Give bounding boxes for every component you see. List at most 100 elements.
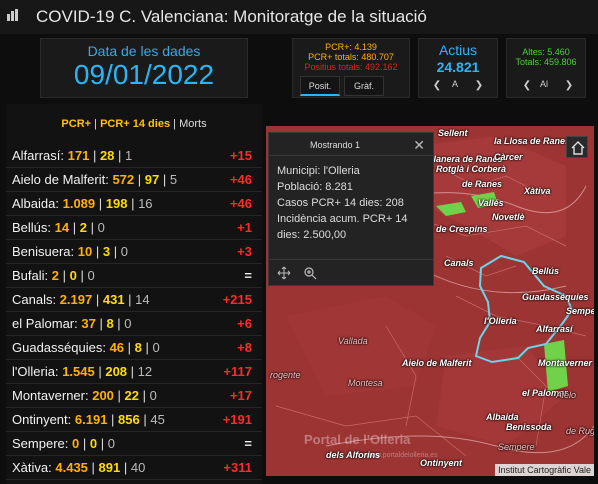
pcr14-value: 431 bbox=[102, 292, 125, 307]
delta-value: +6 bbox=[237, 316, 252, 331]
map-label: Aielo bbox=[556, 390, 577, 400]
pcr14-value: 0 bbox=[69, 268, 77, 283]
pcr-value: 4.435 bbox=[55, 460, 88, 475]
date-panel: Data de les dades 09/01/2022 bbox=[40, 38, 248, 98]
date-value: 09/01/2022 bbox=[73, 59, 215, 90]
separator: | bbox=[110, 244, 121, 259]
separator: | bbox=[97, 436, 108, 451]
popup-body: Municipi: l'Olleria Població: 8.281 Caso… bbox=[277, 163, 429, 243]
next-arrow-icon[interactable]: ❯ bbox=[562, 79, 576, 93]
prev-arrow-icon[interactable]: ❮ bbox=[520, 79, 534, 93]
municipality-name: el Palomar: bbox=[12, 316, 78, 331]
delta-value: +8 bbox=[237, 340, 252, 355]
map-label: Sempe bbox=[566, 306, 594, 316]
pcr14-value: 97 bbox=[144, 172, 160, 187]
map-label: Llanera de Ranes bbox=[428, 154, 503, 164]
list-item-text: Sempere: 0 | 0 | 0 bbox=[12, 436, 115, 451]
separator: | bbox=[79, 436, 90, 451]
separator: | bbox=[113, 316, 125, 331]
municipality-name: Xàtiva: bbox=[12, 460, 52, 475]
morts-value: 12 bbox=[137, 364, 153, 379]
next-arrow-icon[interactable]: ❯ bbox=[472, 79, 486, 93]
list-item[interactable]: Bufali: 2 | 0 | 0 = bbox=[6, 264, 262, 288]
pan-icon[interactable] bbox=[277, 266, 291, 280]
list-item[interactable]: Benisuera: 10 | 3 | 0 +3 bbox=[6, 240, 262, 264]
list-item[interactable]: Montaverner: 200 | 22 | 0 +17 bbox=[6, 384, 262, 408]
list-item[interactable]: Alfarrasí: 171 | 28 | 1 +15 bbox=[6, 144, 262, 168]
separator: | bbox=[86, 220, 98, 235]
map-label: Guadasséquies bbox=[522, 292, 589, 302]
pcr-value: 200 bbox=[92, 388, 114, 403]
map-label: de Rugat bbox=[566, 426, 594, 436]
separator: | bbox=[69, 220, 80, 235]
municipality-name: Aielo de Malferit: bbox=[12, 172, 109, 187]
map-label: Canals bbox=[444, 258, 474, 268]
municipality-name: Sempere: bbox=[12, 436, 69, 451]
list-item[interactable]: el Palomar: 37 | 8 | 0 +6 bbox=[6, 312, 262, 336]
pcr14-value: 856 bbox=[118, 412, 140, 427]
date-label: Data de les dades bbox=[87, 43, 201, 59]
pcr-value: 10 bbox=[77, 244, 93, 259]
morts-value: 0 bbox=[152, 340, 160, 355]
map-attribution[interactable]: Institut Cartogràfic Vale bbox=[495, 464, 594, 476]
list-item-text: Alfarrasí: 171 | 28 | 1 bbox=[12, 148, 132, 163]
map-label: Vallés bbox=[478, 198, 504, 208]
header-sep: | bbox=[170, 118, 180, 130]
list-item[interactable]: Xàtiva: 4.435 | 891 | 40 +311 bbox=[6, 456, 262, 480]
pcr14-value: 3 bbox=[102, 244, 111, 259]
popup-municipi: Municipi: l'Olleria bbox=[277, 165, 360, 177]
pcr14-value: 208 bbox=[105, 364, 128, 379]
list-item[interactable]: Aielo de Malferit: 572 | 97 | 5 +46 bbox=[6, 168, 262, 192]
list-item[interactable]: Ontinyent: 6.191 | 856 | 45 +191 bbox=[6, 408, 262, 432]
positius-totals: Positius totals: 492.162 bbox=[304, 62, 398, 72]
altes-totals: Totals: 459.806 bbox=[515, 57, 577, 67]
list-item[interactable]: Albaida: 1.089 | 198 | 16 +46 bbox=[6, 192, 262, 216]
separator: | bbox=[159, 172, 170, 187]
morts-value: 0 bbox=[87, 268, 95, 283]
municipality-name: Canals: bbox=[12, 292, 57, 307]
prev-arrow-icon[interactable]: ❮ bbox=[430, 79, 444, 93]
altes-daily: Altes: 5.460 bbox=[522, 47, 570, 57]
list-item-text: Benisuera: 10 | 3 | 0 bbox=[12, 244, 128, 259]
municipalities-list: Alfarrasí: 171 | 28 | 1 +15 Aielo de Malfe… bbox=[6, 144, 262, 480]
app-header: COVID-19 C. Valenciana: Monitoratge de l… bbox=[0, 0, 598, 34]
popup-poblacio: Població: 8.281 bbox=[277, 181, 353, 193]
separator: | bbox=[134, 172, 145, 187]
list-item[interactable]: Guadasséquies: 46 | 8 | 0 +8 bbox=[6, 336, 262, 360]
delta-value: +117 bbox=[223, 364, 252, 379]
delta-value: = bbox=[244, 436, 252, 451]
list-item-text: el Palomar: 37 | 8 | 0 bbox=[12, 316, 132, 331]
pcr-value: 1.545 bbox=[62, 364, 95, 379]
list-header: PCR+ | PCR+ 14 dies | Morts bbox=[6, 118, 262, 130]
home-button[interactable] bbox=[566, 136, 588, 158]
feature-popup: Mostrando 1 ✕ Municipi: l'Olleria Poblac… bbox=[268, 132, 434, 286]
list-item[interactable]: l'Olleria: 1.545 | 208 | 12 +117 bbox=[6, 360, 262, 384]
separator: | bbox=[127, 364, 138, 379]
morts-value: 45 bbox=[150, 412, 165, 427]
separator: | bbox=[124, 340, 135, 355]
map-label: Càrcer bbox=[494, 152, 523, 162]
delta-value: +1 bbox=[237, 220, 252, 235]
separator: | bbox=[114, 148, 126, 163]
list-item[interactable]: Bellús: 14 | 2 | 0 +1 bbox=[6, 216, 262, 240]
tab-grafic[interactable]: Gràf. bbox=[344, 76, 384, 96]
pcr14-value: 198 bbox=[105, 196, 128, 211]
actius-label: Actius bbox=[438, 42, 478, 58]
zoom-in-icon[interactable] bbox=[303, 266, 317, 280]
popup-footer bbox=[269, 259, 433, 285]
altes-nav-label: Al bbox=[540, 79, 549, 89]
map-label: Alfarrasí bbox=[536, 324, 573, 334]
separator: | bbox=[95, 316, 107, 331]
tab-positius[interactable]: Posit. bbox=[300, 76, 340, 96]
separator: | bbox=[92, 244, 103, 259]
list-item[interactable]: Canals: 2.197 | 431 | 14 +215 bbox=[6, 288, 262, 312]
delta-value: +15 bbox=[229, 148, 252, 163]
separator: | bbox=[94, 364, 106, 379]
close-icon[interactable]: ✕ bbox=[413, 137, 425, 154]
map-label: Xàtiva bbox=[524, 186, 551, 196]
municipality-name: Albaida: bbox=[12, 196, 59, 211]
list-item[interactable]: Sempere: 0 | 0 | 0 = bbox=[6, 432, 262, 456]
municipality-name: Montaverner: bbox=[12, 388, 89, 403]
list-item-text: Guadasséquies: 46 | 8 | 0 bbox=[12, 340, 160, 355]
list-item-text: Bufali: 2 | 0 | 0 bbox=[12, 268, 95, 283]
